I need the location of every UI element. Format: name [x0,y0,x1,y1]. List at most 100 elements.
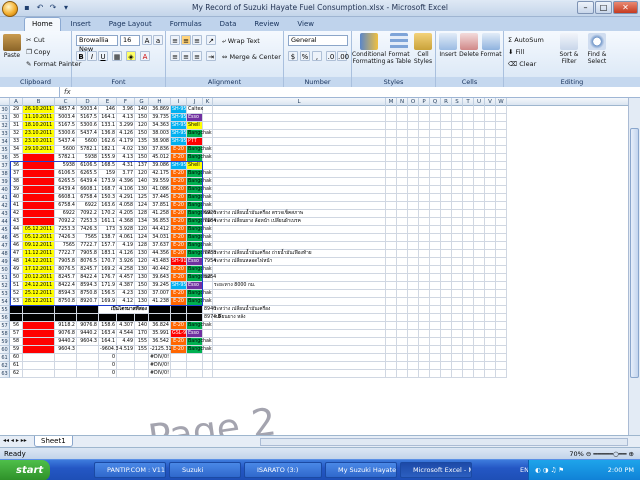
cell-km-per-liter[interactable]: 40.442 [149,266,171,274]
cell-empty[interactable] [397,362,408,370]
cell-end-km[interactable]: 7565 [77,234,99,242]
cell-start-km[interactable]: 7092.2 [55,218,77,226]
cell-empty[interactable] [386,266,397,274]
cell-empty[interactable] [397,234,408,242]
cell-date[interactable]: 23.10.2011 [23,130,55,138]
cell-empty[interactable] [485,130,496,138]
cell-distance[interactable]: 156.5 [99,290,117,298]
column-header-h[interactable]: H [149,98,171,106]
cell-odometer-note[interactable] [203,370,213,378]
cell-price[interactable]: 140 [135,322,149,330]
column-header-w[interactable]: W [496,98,507,106]
cell-empty[interactable] [474,210,485,218]
cell-liters[interactable]: 3.928 [117,226,135,234]
cell-empty[interactable] [441,226,452,234]
row-header[interactable]: 63 [0,370,10,378]
column-header-g[interactable]: G [135,98,149,106]
cell-empty[interactable] [408,274,419,282]
cell-start-km[interactable]: 5003.4 [55,114,77,122]
cell-km-per-liter[interactable]: 37.445 [149,194,171,202]
cell-index[interactable]: 51 [10,282,23,290]
cell-empty[interactable] [452,194,463,202]
cell-empty[interactable] [452,282,463,290]
cell-note[interactable] [213,226,386,234]
cell-start-km[interactable]: 4857.4 [55,106,77,114]
row-header[interactable]: 55 [0,306,10,314]
cell-empty[interactable] [452,322,463,330]
cell-empty[interactable] [496,266,507,274]
cell-liters[interactable]: 4.13 [117,114,135,122]
cell-empty[interactable] [419,242,430,250]
cell-empty[interactable] [463,314,474,322]
cell-note[interactable] [213,154,386,162]
row-header[interactable]: 57 [0,322,10,330]
cell-empty[interactable] [485,234,496,242]
cell-styles-button[interactable]: Cell Styles [412,33,434,65]
cell-odometer-note[interactable] [203,186,213,194]
cell-index[interactable]: 59 [10,346,23,354]
comma-button[interactable]: , [312,51,322,61]
cell-empty[interactable] [441,106,452,114]
cell-note[interactable] [213,234,386,242]
cell-km-per-liter[interactable]: #DIV/0! [149,362,171,370]
cell-empty[interactable] [397,106,408,114]
font-size-select[interactable]: 16 [120,35,140,46]
cell-empty[interactable] [419,106,430,114]
cell-start-km[interactable]: 5300.6 [55,130,77,138]
cell-index[interactable]: 52 [10,290,23,298]
cell-empty[interactable] [386,138,397,146]
cell-end-km[interactable] [77,346,99,354]
cell-empty[interactable] [419,250,430,258]
cell-empty[interactable] [452,122,463,130]
cell-empty[interactable] [441,162,452,170]
cell-empty[interactable] [474,346,485,354]
cell-index[interactable]: 46 [10,242,23,250]
cell-odometer-note[interactable] [203,146,213,154]
cell-station[interactable]: Esso [187,114,203,122]
zoom-level[interactable]: 70% ⊖ ━━━━━○━━ ⊕ [569,450,634,458]
cell-empty[interactable] [408,258,419,266]
align-center-button[interactable]: ≡ [181,51,191,61]
column-header-d[interactable]: D [77,98,99,106]
cell-end-km[interactable]: 5167.5 [77,114,99,122]
cell-index[interactable]: 43 [10,218,23,226]
row-header[interactable]: 59 [0,338,10,346]
cell-empty[interactable] [452,146,463,154]
cell-empty[interactable] [397,154,408,162]
cell-distance[interactable]: 168.7 [99,186,117,194]
cell-liters[interactable]: 4.544 [117,330,135,338]
cell-station[interactable]: Bangchak [187,298,212,306]
cell-end-km[interactable]: 8422.4 [77,274,99,282]
cell-date[interactable]: 05.12.2011 [23,234,55,242]
cell-station[interactable]: Bangchak [187,218,212,226]
cell-price[interactable]: 130 [135,298,149,306]
cell-end-km[interactable]: 7722.7 [77,242,99,250]
cell-empty[interactable] [485,202,496,210]
cell-empty[interactable] [386,146,397,154]
cell-station[interactable]: Bangchak [187,250,212,258]
cell-empty[interactable] [452,314,463,322]
cell-index[interactable]: 60 [10,354,23,362]
taskbar-item-suzuki-hayate[interactable]: My Suzuki Hayate Re... [325,462,397,478]
cell-distance[interactable] [99,314,117,322]
cell-fuel-type[interactable]: SH-91 [171,258,187,266]
cell-end-km[interactable]: 9440.2 [77,330,99,338]
cell-empty[interactable] [419,162,430,170]
cell-empty[interactable] [474,362,485,370]
cell-odometer-note[interactable]: 8254 [203,274,216,282]
row-header[interactable]: 32 [0,122,10,130]
cell-end-km[interactable] [77,354,99,362]
cell-fuel-type[interactable]: E-20 [171,234,187,242]
cell-index[interactable]: 39 [10,186,23,194]
clear-button[interactable]: ⌫ Clear [508,60,536,68]
conditional-formatting-button[interactable]: Conditional Formatting [352,33,386,65]
cell-distance[interactable]: 169.2 [99,266,117,274]
cell-note[interactable] [213,242,386,250]
cell-empty[interactable] [452,362,463,370]
decrease-decimal-button[interactable]: .00 [337,51,349,61]
row-header[interactable]: 46 [0,234,10,242]
cell-empty[interactable] [496,234,507,242]
cell-fuel-type[interactable]: E-20 [171,210,187,218]
cell-empty[interactable] [496,346,507,354]
cell-fuel-type[interactable]: E-20 [171,186,187,194]
